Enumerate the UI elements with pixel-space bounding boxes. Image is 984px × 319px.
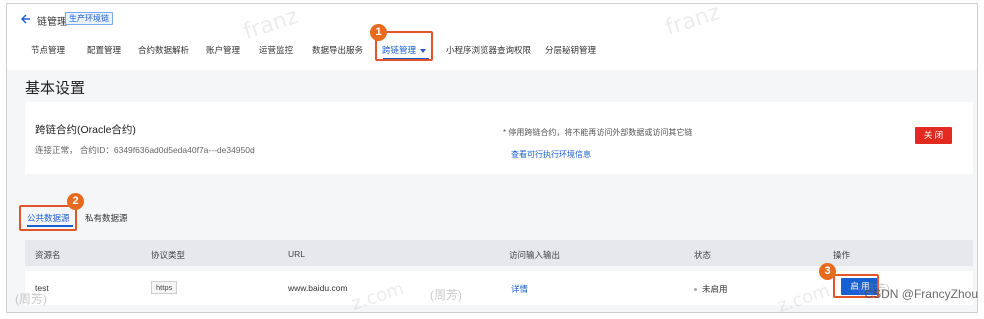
view-execution-env-link[interactable]: 查看可行执行环境信息 — [511, 149, 591, 160]
tab-config-management[interactable]: 配置管理 — [87, 44, 121, 56]
contract-name: 跨链合约(Oracle合约) — [35, 124, 136, 136]
tab-operation-monitoring[interactable]: 运营监控 — [259, 44, 293, 56]
cell-url: www.baidu.com — [288, 283, 348, 293]
top-bar: 链管理 生产环境链 节点管理 配置管理 合约数据解析 账户管理 运营监控 数据导… — [7, 4, 977, 70]
cross-chain-contract-card: 跨链合约(Oracle合约) 连接正常， 合约ID：6349f636ad0d5e… — [25, 102, 973, 174]
tab-account-management[interactable]: 账户管理 — [206, 44, 240, 56]
close-button[interactable]: 关 闭 — [915, 127, 952, 144]
tab-layered-key-management[interactable]: 分层秘钥管理 — [545, 44, 596, 56]
cell-resource-name: test — [35, 283, 49, 293]
column-header-actions: 操作 — [833, 250, 851, 260]
page-breadcrumb-title: 链管理 — [37, 17, 67, 28]
column-header-io: 访问输入输出 — [509, 250, 561, 260]
status-dot-icon — [694, 288, 697, 292]
status-text: 未启用 — [702, 284, 728, 294]
tab-contract-data-parsing[interactable]: 合约数据解析 — [138, 44, 189, 56]
table-header: 资源名 协议类型 URL 访问输入输出 状态 操作 — [25, 240, 973, 266]
annotation-step-1: 1 — [370, 24, 387, 41]
environment-badge: 生产环境链 — [65, 12, 113, 25]
tab-miniprogram-browser-permission[interactable]: 小程序浏览器查询权限 — [446, 44, 531, 56]
data-source-tabs: 公共数据源 私有数据源 — [7, 202, 977, 232]
tab-data-export-service[interactable]: 数据导出服务 — [312, 44, 363, 56]
cell-protocol-tag: https — [151, 281, 178, 294]
annotation-step-3: 3 — [819, 263, 836, 280]
tab-private-data-source[interactable]: 私有数据源 — [85, 212, 128, 224]
arrow-left-icon[interactable] — [19, 13, 31, 25]
column-header-resource-name: 资源名 — [35, 250, 61, 260]
column-header-status: 状态 — [694, 250, 712, 260]
column-header-protocol-type: 协议类型 — [151, 250, 186, 260]
annotation-step-2: 2 — [67, 193, 84, 210]
main-tabs: 节点管理 配置管理 合约数据解析 账户管理 运营监控 数据导出服务 跨链管理 小… — [7, 40, 977, 60]
disable-warning-note: * 停用跨链合约，将不能再访问外部数据或访问其它链 — [503, 128, 693, 137]
cell-status: 未启用 — [694, 283, 728, 295]
contract-status-id: 连接正常， 合约ID：6349f636ad0d5eda40f7a---de349… — [35, 145, 255, 155]
tab-node-management[interactable]: 节点管理 — [31, 44, 65, 56]
app-window: 链管理 生产环境链 节点管理 配置管理 合约数据解析 账户管理 运营监控 数据导… — [6, 3, 978, 313]
annotation-highlight-2 — [19, 205, 77, 231]
column-header-url: URL — [288, 249, 306, 259]
csdn-watermark: CSDN @FrancyZhou — [864, 287, 978, 301]
detail-link[interactable]: 详情 — [511, 283, 528, 295]
page-title: 基本设置 — [25, 80, 86, 97]
